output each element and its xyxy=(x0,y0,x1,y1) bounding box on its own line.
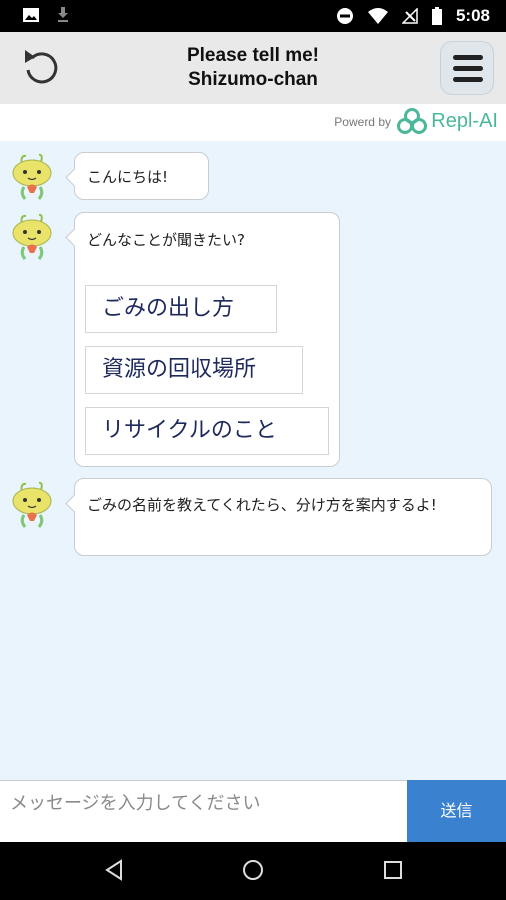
bot-message-bubble: ごみの名前を教えてくれたら、分け方を案内するよ! xyxy=(74,478,492,556)
menu-icon xyxy=(453,55,483,60)
page-title: Please tell me! Shizumo-chan xyxy=(0,44,506,92)
nav-home-icon[interactable] xyxy=(242,859,264,881)
image-notification-icon xyxy=(23,8,39,22)
message-text: どんなことが聞きたい? xyxy=(87,231,245,249)
wifi-icon xyxy=(367,8,388,24)
powered-by-bar: Powerd by Repl-AI xyxy=(0,104,506,141)
battery-icon xyxy=(431,7,442,25)
do-not-disturb-icon xyxy=(336,8,353,24)
bot-message-bubble: こんにちは! xyxy=(74,152,209,200)
title-line-2: Shizumo-chan xyxy=(188,69,318,90)
nav-back-icon[interactable] xyxy=(103,859,125,881)
app-header: Please tell me! Shizumo-chan xyxy=(0,32,506,104)
shizumo-avatar-icon xyxy=(12,153,52,200)
status-time: 5:08 xyxy=(455,6,490,25)
choice-button[interactable]: ごみの出し方 xyxy=(85,285,277,333)
system-nav-bar xyxy=(0,842,506,900)
status-bar: 5:08 xyxy=(0,0,506,32)
repl-ai-logo: Repl-AI xyxy=(397,108,498,134)
no-signal-icon xyxy=(401,8,418,24)
powered-by-label: Powerd by xyxy=(334,115,391,129)
nav-recents-icon[interactable] xyxy=(382,859,404,881)
choice-button[interactable]: 資源の回収場所 xyxy=(85,346,303,394)
menu-button[interactable] xyxy=(440,41,494,95)
title-line-1: Please tell me! xyxy=(186,45,320,66)
download-icon xyxy=(58,7,68,22)
repl-ai-brand: Repl-AI xyxy=(431,109,498,132)
message-input[interactable]: メッセージを入力してください xyxy=(10,789,400,815)
send-button[interactable]: 送信 xyxy=(407,780,506,842)
shizumo-avatar-icon xyxy=(12,481,52,528)
repl-ai-logo-icon xyxy=(397,108,428,134)
chat-area[interactable]: こんにちは! どんなことが聞きたい? ごみの出し方 資源の回収場所 リサイクルの… xyxy=(0,141,506,780)
shizumo-avatar-icon xyxy=(12,213,52,260)
bot-message-bubble: どんなことが聞きたい? ごみの出し方 資源の回収場所 リサイクルのこと xyxy=(74,212,340,467)
message-text: ごみの名前を教えてくれたら、分け方を案内するよ! xyxy=(87,496,437,514)
message-text: こんにちは! xyxy=(87,168,169,186)
choice-button[interactable]: リサイクルのこと xyxy=(85,407,329,455)
